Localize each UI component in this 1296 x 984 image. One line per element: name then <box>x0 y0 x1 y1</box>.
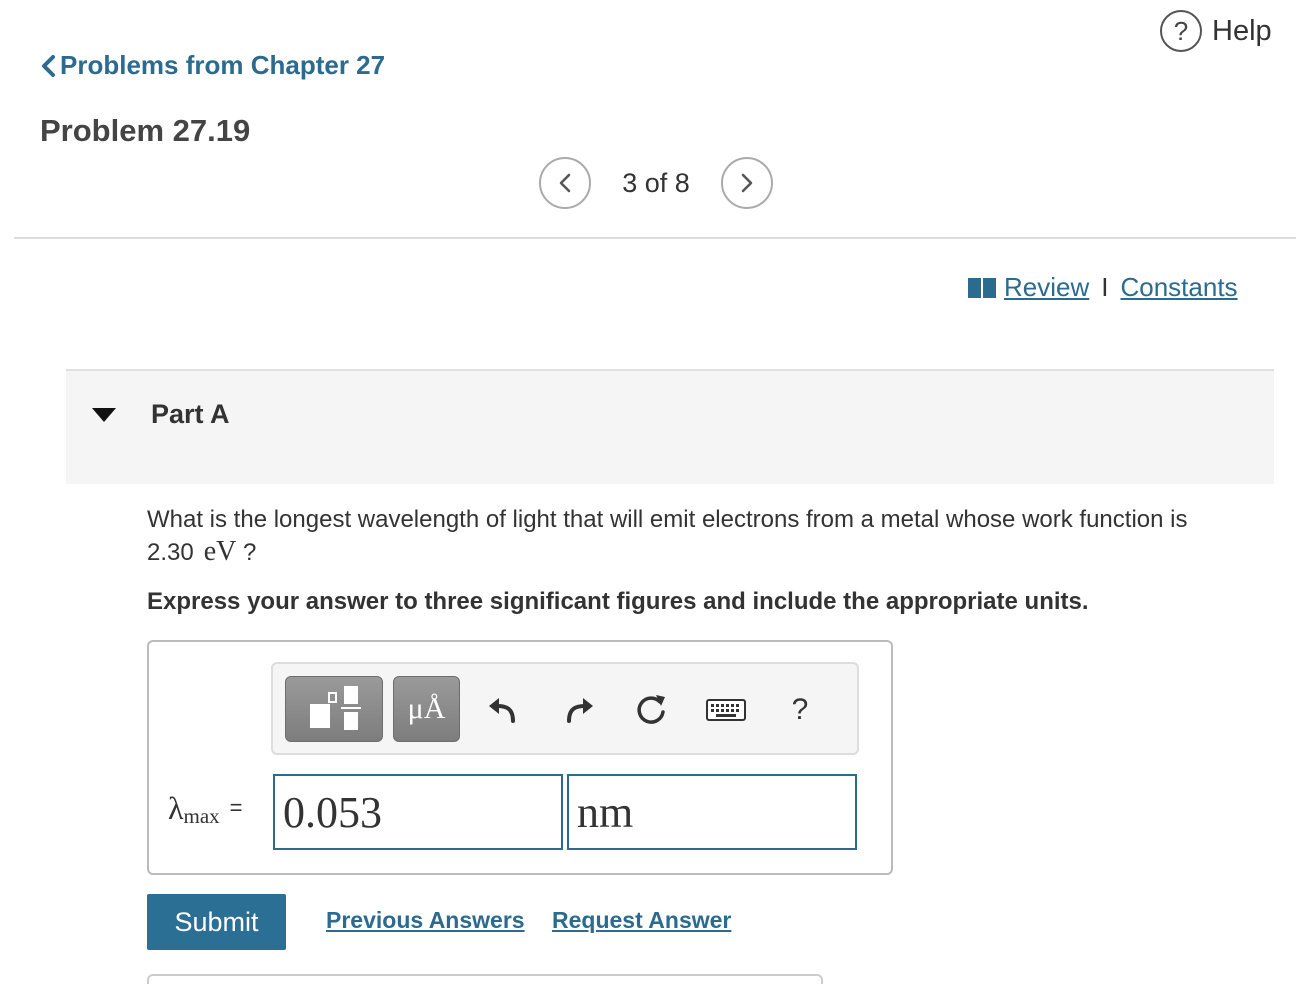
keyboard-icon[interactable] <box>706 690 746 730</box>
submit-button[interactable]: Submit <box>147 894 286 950</box>
question-unit: eV <box>203 536 237 567</box>
units-button[interactable]: μÅ <box>393 676 460 742</box>
answer-variable-label: λmax = <box>168 790 243 829</box>
variable-subscript: max <box>183 804 220 828</box>
chevron-left-icon <box>42 54 55 77</box>
chevron-left-icon <box>559 173 571 193</box>
next-problem-button[interactable] <box>721 157 773 209</box>
redo-icon[interactable] <box>562 690 598 730</box>
part-label: Part A <box>151 399 230 429</box>
answer-value-input[interactable]: 0.053 <box>273 774 563 850</box>
page-title: Problem 27.19 <box>40 113 251 148</box>
help-label: Help <box>1212 14 1272 47</box>
next-panel-edge <box>147 974 823 984</box>
question-text: What is the longest wavelength of light … <box>147 504 1267 569</box>
equals-sign: = <box>229 795 243 820</box>
question-end: ? <box>243 539 257 566</box>
constants-link[interactable]: Constants <box>1120 272 1237 303</box>
resources-bar: Review I Constants <box>968 272 1238 303</box>
pager-position: 3 of 8 <box>622 167 690 198</box>
answer-unit-input[interactable]: nm <box>567 774 857 850</box>
templates-button[interactable] <box>285 676 383 742</box>
back-to-chapter-link[interactable]: Problems from Chapter 27 <box>40 50 385 81</box>
request-answer-link[interactable]: Request Answer <box>552 907 731 934</box>
part-header <box>66 369 1274 484</box>
header-divider <box>14 237 1296 239</box>
chevron-right-icon <box>741 173 753 193</box>
math-help-button[interactable]: ? <box>782 690 818 730</box>
undo-icon[interactable] <box>484 690 520 730</box>
templates-icon <box>304 684 364 734</box>
reset-icon[interactable] <box>633 690 669 730</box>
answer-instruction: Express your answer to three significant… <box>147 588 1089 615</box>
question-body: What is the longest wavelength of light … <box>147 506 1188 566</box>
review-link[interactable]: Review <box>1004 272 1089 303</box>
variable-symbol: λ <box>168 790 184 826</box>
help-button[interactable]: ? Help <box>1160 8 1272 54</box>
back-link-label: Problems from Chapter 27 <box>60 50 386 80</box>
previous-problem-button[interactable] <box>539 157 591 209</box>
resources-separator: I <box>1101 272 1109 302</box>
previous-answers-link[interactable]: Previous Answers <box>326 907 525 934</box>
book-icon <box>968 277 996 298</box>
collapse-triangle-icon[interactable] <box>92 408 116 422</box>
help-icon: ? <box>1160 10 1202 52</box>
problem-pager: 3 of 8 <box>539 156 773 210</box>
